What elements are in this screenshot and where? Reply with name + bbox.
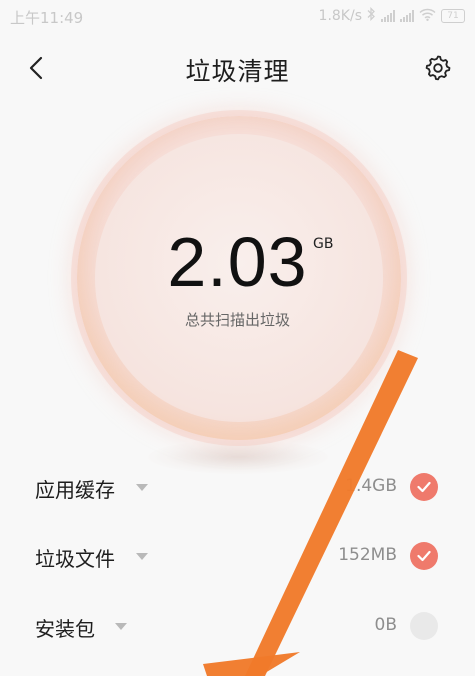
item-checkbox[interactable] xyxy=(410,473,438,501)
item-size: 1.4GB xyxy=(345,476,397,496)
settings-button[interactable] xyxy=(423,53,453,83)
total-junk-size: 2.03 xyxy=(167,223,308,301)
scan-caption: 总共扫描出垃圾 xyxy=(184,311,290,329)
checkmark-icon xyxy=(417,481,431,493)
list-item-app-cache[interactable]: 应用缓存 1.4GB xyxy=(0,462,475,512)
item-label: 安装包 xyxy=(35,617,95,641)
wifi-icon xyxy=(419,8,436,25)
signal-icon xyxy=(381,10,395,22)
network-speed: 1.8K/s xyxy=(318,8,362,24)
bluetooth-icon xyxy=(367,6,376,25)
item-checkbox[interactable] xyxy=(410,612,438,640)
item-label: 垃圾文件 xyxy=(35,547,115,571)
signal-icon xyxy=(400,10,414,22)
status-indicators: 1.8K/s 71 xyxy=(318,6,465,25)
total-junk-unit: GB xyxy=(313,236,334,252)
list-item-install-packages[interactable]: 安装包 0B xyxy=(0,601,475,651)
item-size: 152MB xyxy=(338,545,397,565)
caret-down-icon[interactable] xyxy=(136,484,148,491)
list-item-junk-files[interactable]: 垃圾文件 152MB xyxy=(0,531,475,581)
page-title: 垃圾清理 xyxy=(185,57,290,86)
item-checkbox[interactable] xyxy=(410,542,438,570)
caret-down-icon[interactable] xyxy=(136,553,148,560)
item-size: 0B xyxy=(374,615,397,635)
item-label: 应用缓存 xyxy=(35,478,115,502)
gear-icon xyxy=(425,55,451,81)
status-bar: 上午11:49 1.8K/s 71 xyxy=(0,0,475,34)
status-time: 上午11:49 xyxy=(10,9,84,27)
checkmark-icon xyxy=(417,550,431,562)
caret-down-icon[interactable] xyxy=(115,623,127,630)
battery-icon: 71 xyxy=(441,9,465,23)
